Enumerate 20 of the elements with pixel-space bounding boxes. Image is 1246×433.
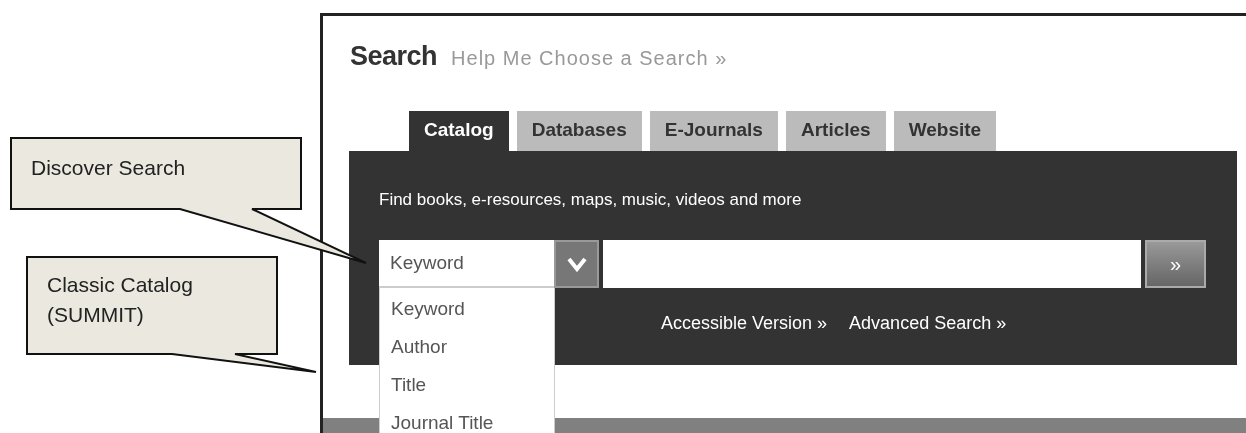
dropdown-option[interactable]: Keyword [391,290,554,328]
dropdown-option[interactable]: Title [391,366,554,404]
dropdown-option[interactable]: Author [391,328,554,366]
tab[interactable]: Website [893,110,997,151]
search-title: Search [350,40,438,73]
tab[interactable]: Databases [516,110,642,151]
dropdown-option[interactable]: Journal Title [391,404,554,433]
callout-text: Discover Search [31,155,187,181]
dropdown-button[interactable] [554,240,599,288]
search-type-select[interactable]: Keyword [379,240,554,288]
go-button[interactable]: » [1145,240,1206,288]
tab[interactable]: Catalog [409,110,509,151]
chevron-down-icon [565,256,588,272]
panel-link[interactable]: Advanced Search » [849,310,1007,337]
tab[interactable]: E-Journals [649,110,778,151]
search-field[interactable] [603,240,1141,288]
tab[interactable]: Articles [785,110,886,151]
callout-text: Classic Catalog (SUMMIT) [47,272,194,328]
panel-description: Find books, e-resources, maps, music, videos and more [379,188,803,211]
panel-link[interactable]: Accessible Version » [661,310,828,337]
